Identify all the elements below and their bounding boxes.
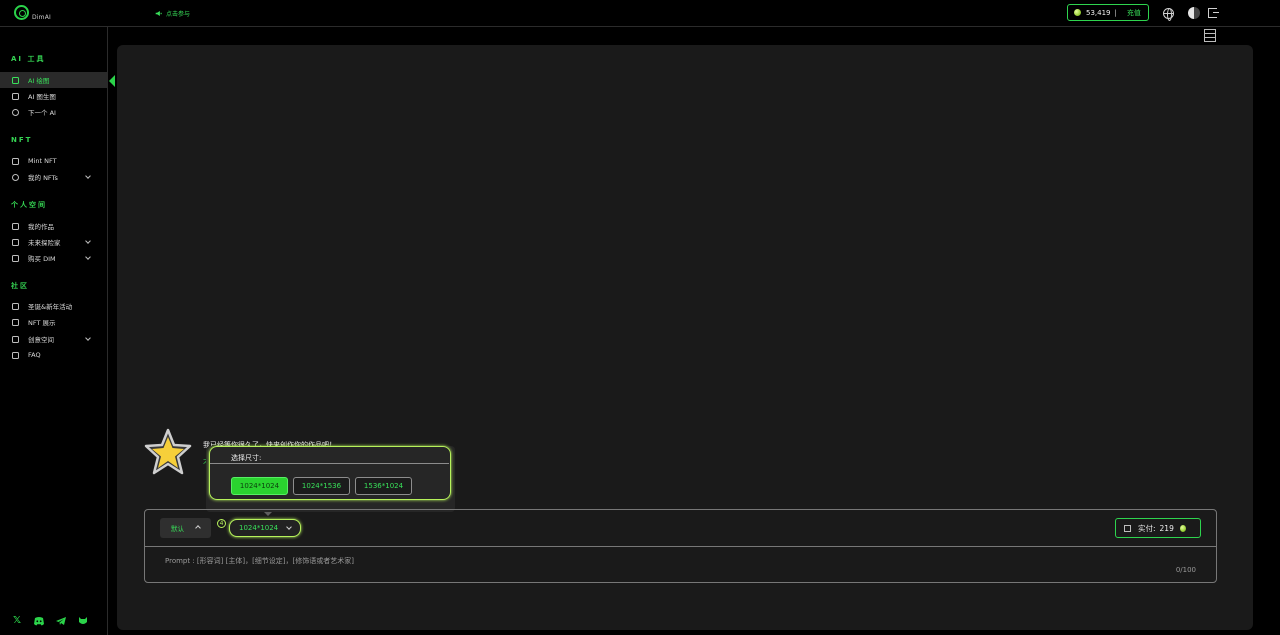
sidebar-item-label: 创意空间	[28, 336, 54, 344]
pay-value: 219	[1159, 523, 1174, 533]
explorer-icon	[12, 238, 19, 246]
announcement-text: 点击参与	[166, 11, 191, 18]
top-header: DimAI 点击参与 53,419 | 充值	[0, 0, 1280, 27]
sidebar-item-label: 圣诞&新年活动	[28, 303, 73, 311]
chevron-down-icon	[85, 238, 91, 244]
sidebar-item-img2img[interactable]: AI 图生图	[0, 88, 107, 104]
sidebar: AI 工具 AI 绘图 AI 图生图 下一个 AI NFT Mint NFT 我…	[0, 27, 108, 635]
sidebar-item-label: 我的作品	[28, 223, 54, 231]
app-logo[interactable]: DimAI	[14, 5, 74, 23]
sidebar-item-label: AI 绘图	[28, 77, 50, 85]
sidebar-item-label: 购买 DIM	[28, 255, 56, 263]
user-avatar[interactable]	[1188, 7, 1200, 19]
clock-icon	[12, 108, 19, 116]
chevron-down-icon	[286, 524, 292, 530]
balance-value: 53,419	[1086, 8, 1111, 17]
active-indicator	[109, 75, 115, 87]
megaphone-icon	[155, 11, 162, 16]
sidebar-item-label: FAQ	[28, 351, 41, 359]
size-option-1536x1024[interactable]: 1536*1024	[355, 477, 412, 495]
balance-separator: |	[1114, 8, 1117, 17]
sidebar-item-christmas-event[interactable]: 圣诞&新年活动	[0, 298, 107, 314]
recharge-button[interactable]: 充值	[1127, 8, 1141, 18]
sidebar-item-label: 下一个 AI	[28, 109, 56, 117]
nft-icon	[12, 173, 19, 181]
size-picker-popup: 选择尺寸: 1024*1024 1024*1536 1536*1024	[206, 446, 455, 512]
size-picker-panel: 选择尺寸: 1024*1024 1024*1536 1536*1024	[209, 446, 451, 500]
chevron-down-icon	[85, 335, 91, 341]
logo-icon	[14, 5, 29, 20]
language-globe-icon[interactable]	[1163, 8, 1174, 21]
section-title-community: 社区	[11, 282, 29, 290]
sidebar-item-ai-drawing[interactable]: AI 绘图	[0, 72, 107, 88]
box-icon	[12, 222, 19, 230]
receipt-icon	[1124, 524, 1131, 532]
app-name: DimAI	[32, 14, 52, 21]
sidebar-item-label: AI 图生图	[28, 93, 56, 101]
style-select-button[interactable]: 默认	[160, 518, 211, 538]
help-book-icon	[12, 351, 19, 359]
size-select-dropdown[interactable]: 1024*1024	[229, 519, 301, 537]
size-select-value: 1024*1024	[239, 524, 279, 532]
document-icon	[12, 318, 19, 326]
section-title-nft: NFT	[11, 136, 33, 144]
gift-icon	[12, 302, 19, 310]
sidebar-item-next-ai[interactable]: 下一个 AI	[0, 104, 107, 120]
mascot-icon[interactable]	[77, 615, 89, 627]
chevron-up-icon	[195, 525, 201, 531]
chevron-down-icon	[85, 173, 91, 179]
wallet-icon	[12, 254, 19, 262]
x-icon[interactable]: 𝕏	[11, 615, 23, 627]
logout-icon[interactable]	[1208, 8, 1219, 18]
discord-icon[interactable]	[33, 615, 45, 627]
sidebar-item-label: 未来探险家	[28, 239, 61, 247]
sidebar-item-label: Mint NFT	[28, 157, 57, 165]
grid-icon	[12, 335, 19, 343]
pay-label: 实付:	[1138, 523, 1156, 533]
social-links: 𝕏	[11, 615, 89, 627]
sidebar-item-creative-space[interactable]: 创意空间	[0, 331, 107, 347]
section-title-personal: 个人空间	[11, 201, 47, 209]
sidebar-item-label: NFT 展示	[28, 319, 56, 327]
size-option-1024x1024[interactable]: 1024*1024	[231, 477, 288, 495]
divider	[145, 546, 1216, 547]
sidebar-item-faq[interactable]: FAQ	[0, 347, 107, 363]
telegram-icon[interactable]	[55, 615, 67, 627]
sidebar-item-nft-showcase[interactable]: NFT 展示	[0, 314, 107, 330]
payment-summary: 实付: 219	[1115, 518, 1201, 538]
prompt-input[interactable]: Prompt : [形容词] [主体]，[细节设定]，[修饰语或者艺术家]	[165, 556, 354, 566]
image-icon	[12, 76, 19, 84]
announcement-link[interactable]: 点击参与	[155, 9, 190, 18]
coin-icon	[1074, 9, 1081, 16]
image-stack-icon	[12, 92, 19, 100]
sidebar-item-label: 我的 NFTs	[28, 174, 58, 182]
mint-icon	[12, 157, 19, 165]
chevron-down-icon	[85, 254, 91, 260]
divider	[210, 463, 449, 464]
sidebar-item-my-works[interactable]: 我的作品	[0, 218, 107, 234]
sidebar-item-my-nfts[interactable]: 我的 NFTs	[0, 169, 107, 185]
section-title-ai-tools: AI 工具	[11, 55, 46, 63]
size-option-1024x1536[interactable]: 1024*1536	[293, 477, 350, 495]
sidebar-item-buy-dim[interactable]: 购买 DIM	[0, 250, 107, 266]
prompt-composer: 默认 4 1024*1024 实付: 219 Prompt : [形容词] [主…	[144, 509, 1217, 583]
balance-widget: 53,419 | 充值	[1067, 4, 1149, 21]
layout-toggle-icon[interactable]	[1204, 29, 1216, 42]
style-select-label: 默认	[171, 525, 184, 533]
star-mascot-icon	[144, 428, 192, 475]
step-number-badge: 4	[217, 519, 226, 528]
character-counter: 0/100	[1175, 566, 1196, 574]
sidebar-item-mint-nft[interactable]: Mint NFT	[0, 153, 107, 169]
size-picker-title: 选择尺寸:	[231, 454, 262, 462]
coin-icon	[1179, 524, 1186, 532]
sidebar-item-explorer[interactable]: 未来探险家	[0, 234, 107, 250]
